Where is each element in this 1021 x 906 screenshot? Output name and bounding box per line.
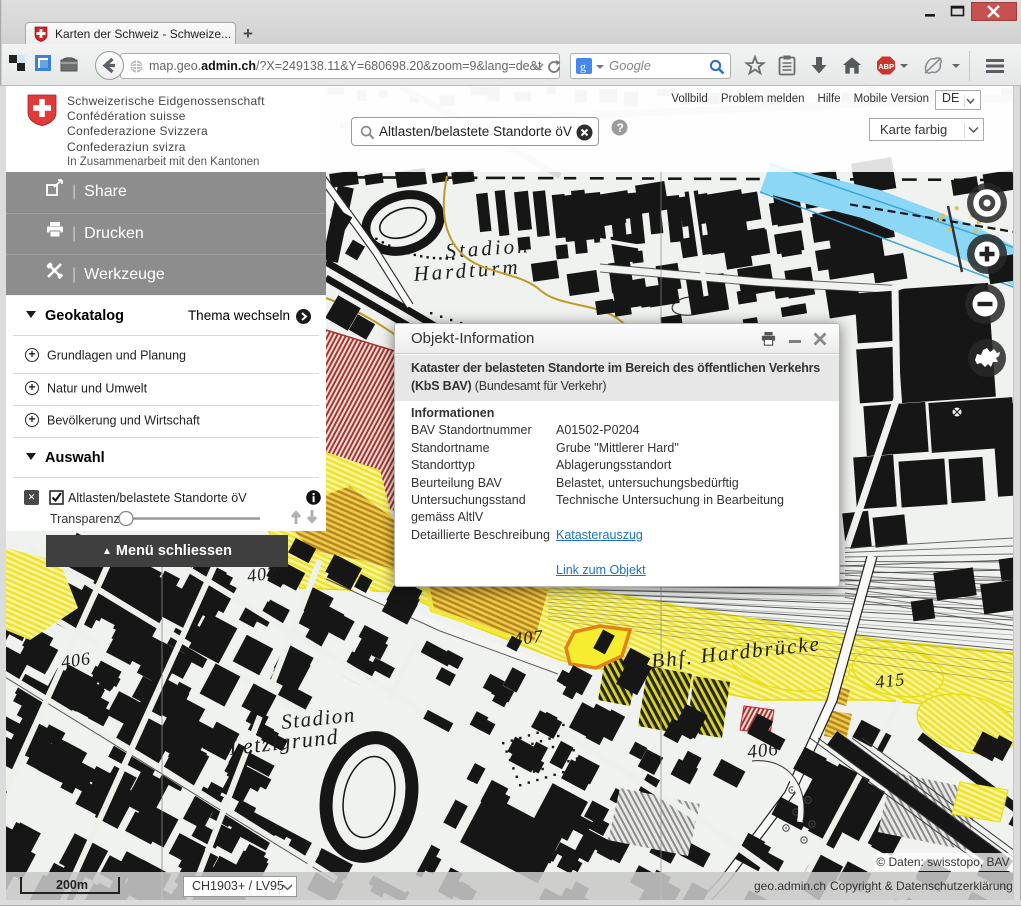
svg-text:415: 415 — [874, 669, 906, 692]
svg-text:406: 406 — [60, 648, 92, 672]
svg-text:ABP: ABP — [878, 62, 894, 71]
svg-text:g: g — [580, 60, 586, 74]
svg-text:200m: 200m — [56, 878, 88, 892]
svg-text:?: ? — [617, 121, 624, 135]
